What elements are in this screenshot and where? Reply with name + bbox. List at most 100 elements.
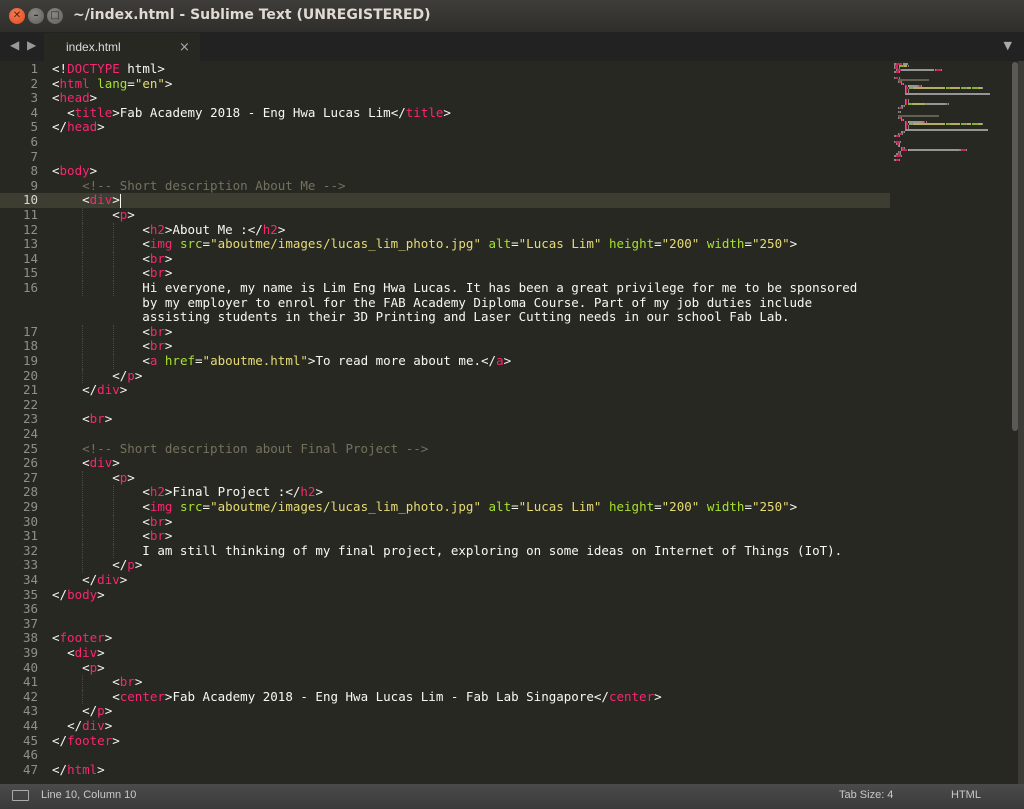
indent-guide (112, 354, 114, 369)
code-line: <div> (67, 645, 105, 660)
close-window-button[interactable]: ✕ (9, 8, 25, 24)
line-number: 34 (22, 572, 38, 587)
code-line: <center>Fab Academy 2018 - Eng Hwa Lucas… (112, 688, 662, 704)
line-number: 46 (22, 747, 38, 763)
line-number: 12 (22, 221, 38, 237)
line-number: 15 (22, 265, 38, 281)
line-number: 20 (22, 367, 38, 383)
indent-guide (82, 222, 84, 238)
left-right-arrows-icon[interactable]: ◀ ▶ (10, 38, 38, 52)
panel-toggle-icon[interactable] (12, 790, 29, 801)
indent-guide (82, 266, 84, 281)
code-line: </body> (52, 586, 105, 602)
chevron-down-icon[interactable]: ▼ (1004, 39, 1012, 52)
line-number: 14 (22, 250, 38, 266)
syntax-selector[interactable]: HTML (951, 789, 981, 801)
tab-index-html[interactable]: index.html × (44, 33, 200, 61)
code-line: Hi everyone, my name is Lim Eng Hwa Luca… (52, 280, 858, 295)
line-number: 10 (22, 192, 38, 208)
code-line: </p> (82, 703, 113, 719)
line-number: 11 (22, 207, 38, 222)
code-line: </p> (112, 367, 143, 383)
line-number: 28 (22, 484, 38, 500)
indent-guide (112, 485, 114, 500)
line-number: 13 (22, 236, 38, 252)
code-line: <body> (52, 163, 98, 179)
code-line: <img src="aboutme/images/lucas_lim_photo… (142, 236, 798, 252)
line-number: 36 (22, 601, 38, 617)
indent-guide (82, 514, 84, 530)
window-edge (1018, 61, 1024, 784)
line-number: 41 (22, 674, 38, 690)
code-line: I am still thinking of my final project,… (52, 542, 843, 558)
code-line: <title>Fab Academy 2018 - Eng Hwa Lucas … (67, 104, 451, 120)
indent-guide (82, 368, 84, 384)
indent-guide (82, 470, 84, 486)
line-number: 42 (22, 688, 38, 704)
code-line: <footer> (52, 630, 113, 646)
minimize-window-button[interactable]: – (28, 8, 44, 24)
code-line: <!-- Short description about Final Proje… (82, 440, 429, 456)
code-line-wrapped: by my employer to enrol for the FAB Acad… (52, 294, 813, 310)
indent-guide (82, 558, 84, 573)
indent-guide (112, 324, 114, 340)
line-number: 2 (30, 75, 38, 91)
indent-guide (112, 529, 114, 544)
line-number: 40 (22, 659, 38, 675)
indent-guide (112, 237, 114, 252)
indent-guide (82, 324, 84, 340)
line-number: 27 (22, 469, 38, 485)
tab-size-selector[interactable]: Tab Size: 4 (839, 789, 893, 801)
line-number: 21 (22, 382, 38, 398)
code-line: <br> (82, 411, 113, 427)
line-number: 30 (22, 513, 38, 529)
maximize-window-button[interactable]: □ (47, 8, 63, 24)
minimap[interactable] (892, 61, 1012, 161)
code-line: <a href="aboutme.html">To read more abou… (142, 353, 512, 368)
code-line: <img src="aboutme/images/lucas_lim_photo… (142, 499, 798, 514)
line-number: 23 (22, 411, 38, 427)
code-line: </div> (82, 382, 128, 398)
indent-guide (82, 339, 84, 354)
indent-guide (82, 529, 84, 544)
line-number: 22 (22, 396, 38, 412)
line-number: 5 (30, 119, 38, 135)
title-bar: ✕ – □ ~/index.html - Sublime Text (UNREG… (0, 0, 1024, 32)
current-line-highlight (0, 193, 890, 208)
indent-guide (82, 485, 84, 500)
line-number: 39 (22, 645, 38, 660)
window-title: ~/index.html - Sublime Text (UNREGISTERE… (73, 7, 431, 23)
code-line: <h2>About Me :</h2> (142, 221, 286, 237)
line-number: 24 (22, 426, 38, 441)
line-number: 38 (22, 630, 38, 646)
indent-guide (82, 354, 84, 369)
line-number: 18 (22, 338, 38, 354)
indent-guide (82, 675, 84, 690)
line-number: 31 (22, 528, 38, 544)
code-line: <h2>Final Project :</h2> (142, 484, 323, 500)
line-number: 29 (22, 499, 38, 514)
line-number: 43 (22, 703, 38, 719)
code-line: <div> (82, 192, 120, 208)
line-number: 7 (30, 148, 38, 164)
line-number: 44 (22, 718, 38, 733)
code-line: </p> (112, 557, 143, 573)
indent-guide (82, 500, 84, 515)
line-number: 17 (22, 323, 38, 339)
line-number: 25 (22, 440, 38, 456)
indent-guide (112, 339, 114, 354)
line-number: 26 (22, 455, 38, 471)
indent-guide (82, 543, 84, 559)
code-line: <div> (82, 455, 120, 471)
indent-guide (112, 251, 114, 267)
indent-guide (112, 222, 114, 238)
line-number: 33 (22, 557, 38, 573)
code-editor[interactable]: 1 <!DOCTYPE html> 2 <html lang="en"> 3 <head>… (0, 61, 1018, 784)
line-number: 1 (30, 61, 38, 76)
cursor-position: Line 10, Column 10 (41, 789, 137, 801)
close-tab-icon[interactable]: × (179, 40, 190, 55)
line-number: 9 (30, 177, 38, 193)
line-number: 32 (22, 542, 38, 558)
text-cursor (120, 193, 122, 208)
tab-bar: ◀ ▶ index.html × ▼ (0, 32, 1024, 61)
